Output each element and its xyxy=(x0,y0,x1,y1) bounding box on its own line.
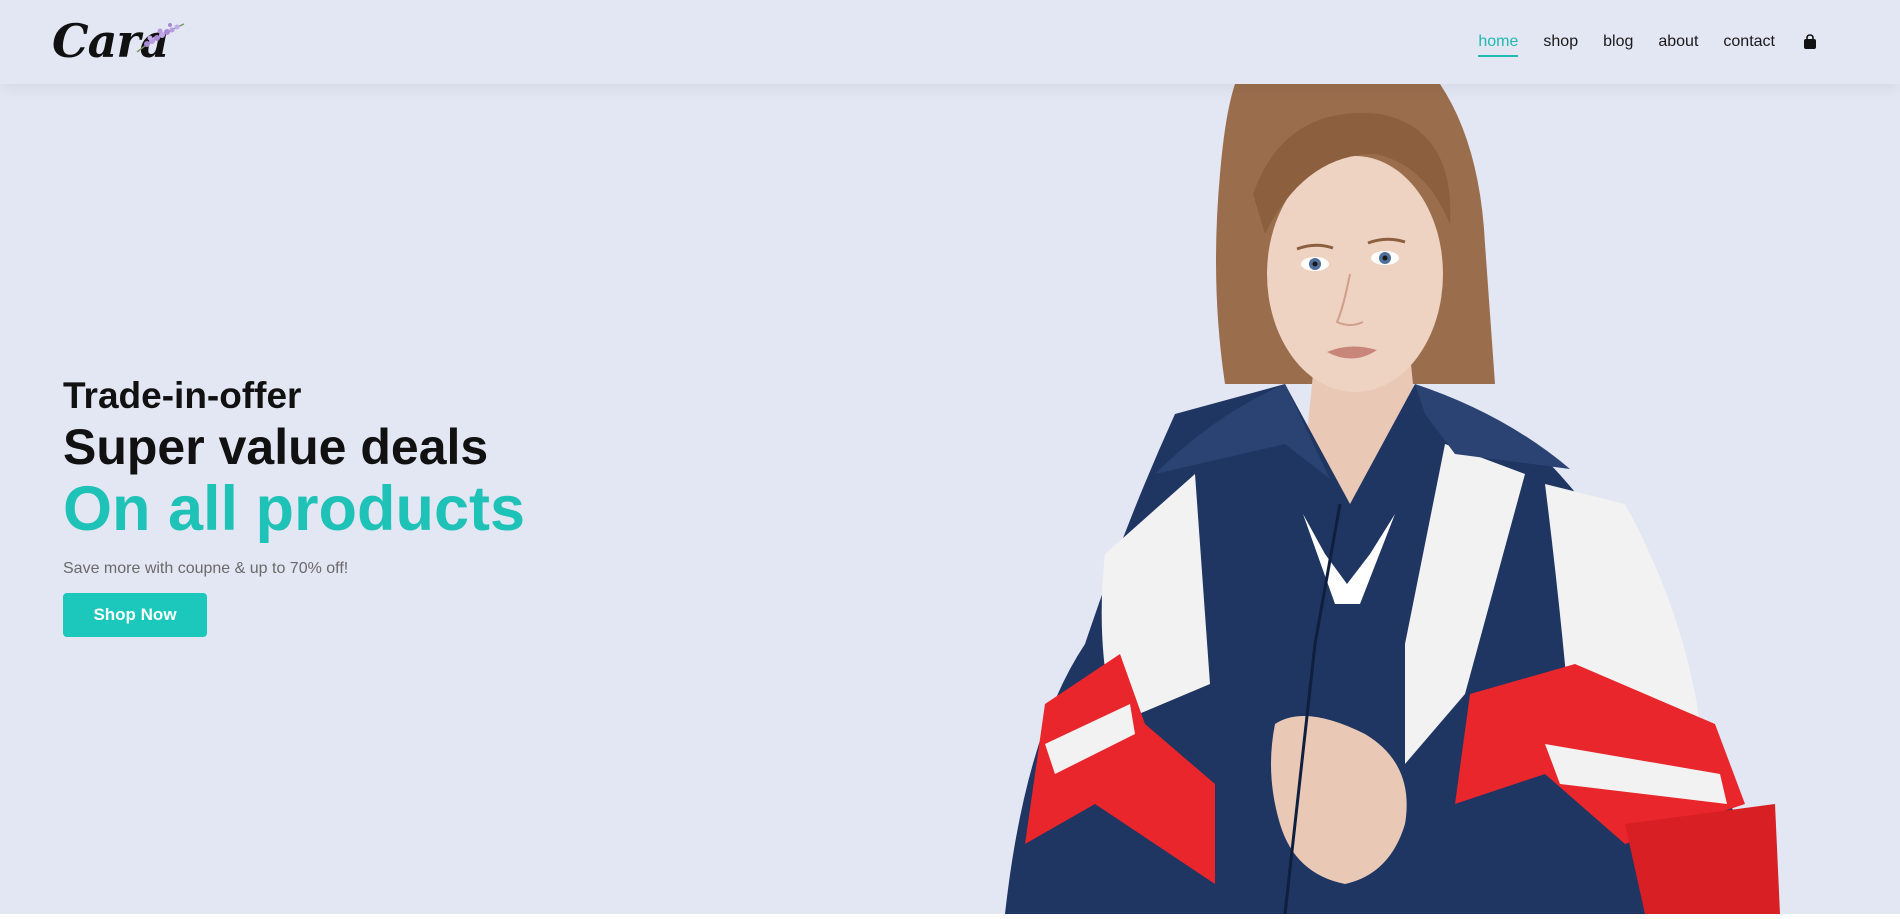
hero-eyebrow: Trade-in-offer xyxy=(63,375,302,416)
hero-highlight: On all products xyxy=(63,474,526,544)
hero-headline: Super value deals xyxy=(63,419,489,475)
model-photo xyxy=(1005,84,1780,914)
nav-item-blog[interactable]: blog xyxy=(1603,33,1633,51)
main-nav: home shop blog about contact xyxy=(1453,0,1819,84)
hero-section: Trade-in-offer Super value deals On all … xyxy=(0,84,1900,914)
nav-item-contact[interactable]: contact xyxy=(1723,33,1775,51)
lavender-sprig-icon xyxy=(136,23,185,53)
shopping-bag-icon[interactable] xyxy=(1801,33,1819,51)
brand-logo[interactable]: Cara xyxy=(52,14,185,68)
nav-item-about[interactable]: about xyxy=(1658,33,1698,51)
site-header: Cara home shop blog about contact xyxy=(0,0,1900,84)
shop-now-button[interactable]: Shop Now xyxy=(63,593,207,637)
hero-copy: Trade-in-offer Super value deals On all … xyxy=(63,374,525,637)
hero-subtext: Save more with coupne & up to 70% off! xyxy=(63,560,349,577)
nav-item-shop[interactable]: shop xyxy=(1543,33,1578,51)
nav-item-home[interactable]: home xyxy=(1478,33,1519,57)
